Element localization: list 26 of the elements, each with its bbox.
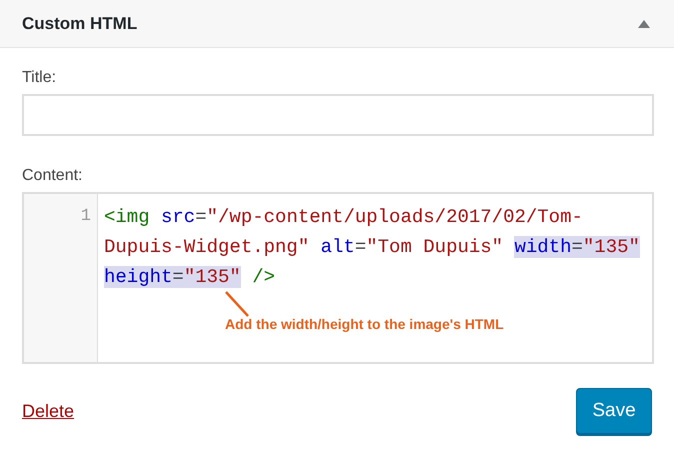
code-token: "135" bbox=[582, 236, 640, 258]
annotation-text: Add the width/height to the image's HTML bbox=[225, 315, 504, 334]
field-label: Content: bbox=[22, 166, 84, 186]
code-token: Dupuis-Widget.png" bbox=[104, 236, 310, 258]
code-token: <img bbox=[104, 206, 150, 228]
code-editor[interactable]: 1 <img src="/wp-content/uploads/2017/02/Tom- Dupuis-Widget.png" alt="Tom Dupuis" width="135" height="135" /> Add the width/height to the image's HTML bbox=[22, 192, 654, 364]
leader-line bbox=[224, 290, 250, 318]
code-token: /> bbox=[252, 266, 276, 288]
code-token: = bbox=[172, 266, 184, 288]
code-token: "135" bbox=[184, 266, 241, 288]
code-token: = bbox=[195, 206, 207, 228]
code-token: "Tom Dupuis" bbox=[366, 236, 504, 258]
line-number: 1 bbox=[80, 206, 91, 228]
collapse-toggle-icon[interactable] bbox=[638, 20, 650, 28]
save-button[interactable]: Save bbox=[576, 388, 652, 434]
code-token: = bbox=[354, 236, 366, 258]
code-token: = bbox=[571, 236, 583, 258]
code-token: width bbox=[514, 236, 572, 258]
title-input[interactable] bbox=[22, 94, 654, 136]
code-token: height bbox=[104, 266, 172, 288]
code-token: "/wp-content/uploads/2017/02/Tom- bbox=[206, 206, 583, 228]
widget-title: Custom HTML bbox=[22, 12, 138, 35]
code-token: src bbox=[161, 206, 196, 228]
code-token: alt bbox=[320, 236, 355, 258]
field-label: Title: bbox=[22, 68, 58, 88]
delete-link[interactable]: Delete bbox=[22, 398, 74, 424]
